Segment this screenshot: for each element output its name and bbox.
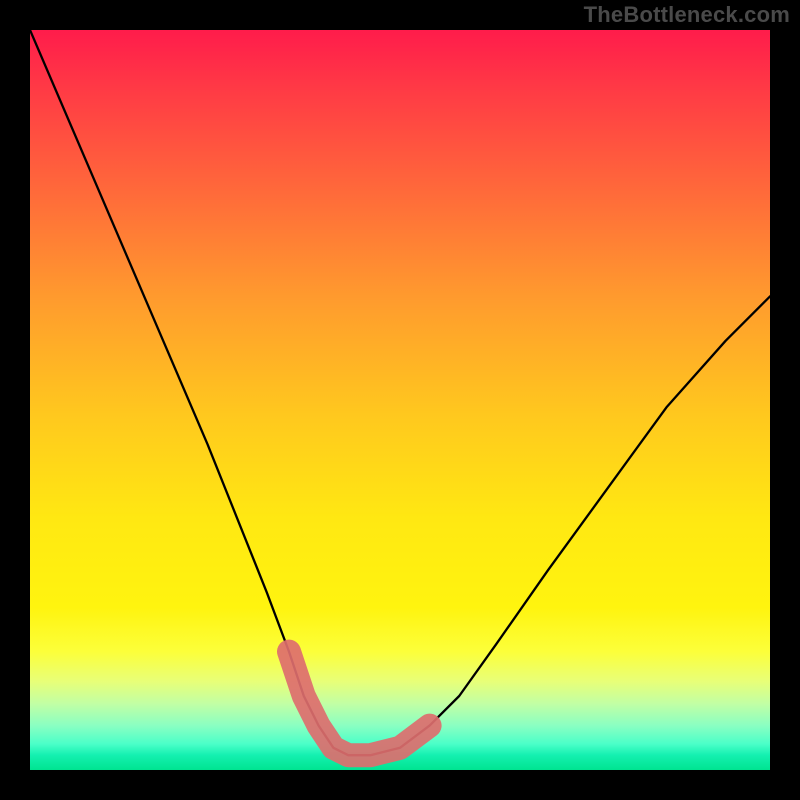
curve-svg [30, 30, 770, 770]
highlight-curve-path [289, 652, 430, 756]
watermark-text: TheBottleneck.com [584, 2, 790, 28]
chart-container: TheBottleneck.com [0, 0, 800, 800]
main-curve-path [30, 30, 770, 755]
plot-area [30, 30, 770, 770]
